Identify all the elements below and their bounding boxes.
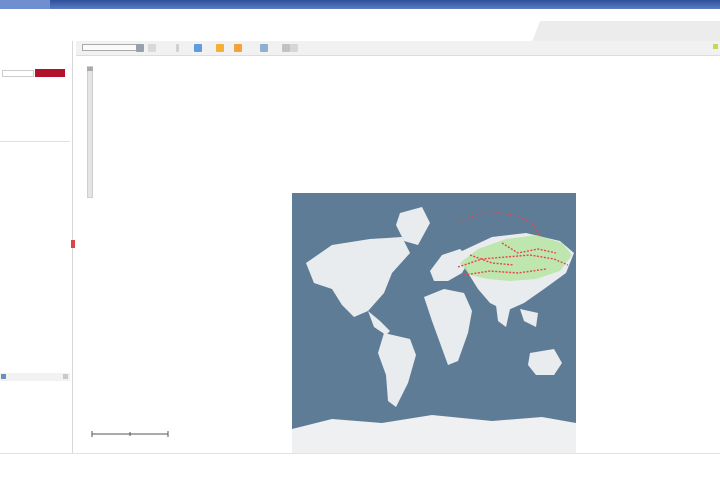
zoom-extent-icon[interactable] (234, 44, 242, 52)
scale-bar (91, 431, 169, 437)
zoom-out-icon[interactable] (216, 44, 224, 52)
land-antarctica (292, 415, 576, 453)
sidebar-section-header[interactable] (0, 373, 70, 381)
collapse-icon[interactable] (63, 374, 68, 379)
footer (0, 453, 720, 481)
base-layer-select[interactable] (82, 44, 138, 51)
sidebar (0, 41, 73, 453)
zoom-in-icon[interactable] (194, 44, 202, 52)
sidebar-divider (0, 141, 70, 142)
print-icon[interactable] (260, 44, 268, 52)
world-map[interactable] (292, 193, 576, 453)
pan-icon[interactable] (176, 44, 179, 52)
search-button[interactable] (35, 69, 65, 77)
search-input[interactable] (2, 70, 34, 77)
layer-icon[interactable] (148, 44, 156, 52)
legend-toggle[interactable] (710, 44, 718, 50)
app-header (0, 9, 720, 47)
browser-titlebar (0, 0, 720, 9)
map-viewport[interactable] (76, 56, 720, 453)
zoom-slider[interactable] (87, 66, 93, 198)
settings-icon[interactable] (290, 44, 298, 52)
browser-tab[interactable] (0, 0, 50, 9)
map-toolbar (76, 41, 720, 56)
layers-icon (1, 374, 6, 379)
dropdown-icon[interactable] (136, 44, 144, 52)
zoom-slider-handle[interactable] (87, 67, 93, 71)
sidebar-toggle-icon[interactable] (71, 240, 75, 248)
measure-icon[interactable] (282, 44, 290, 52)
legend-icon (713, 44, 718, 49)
